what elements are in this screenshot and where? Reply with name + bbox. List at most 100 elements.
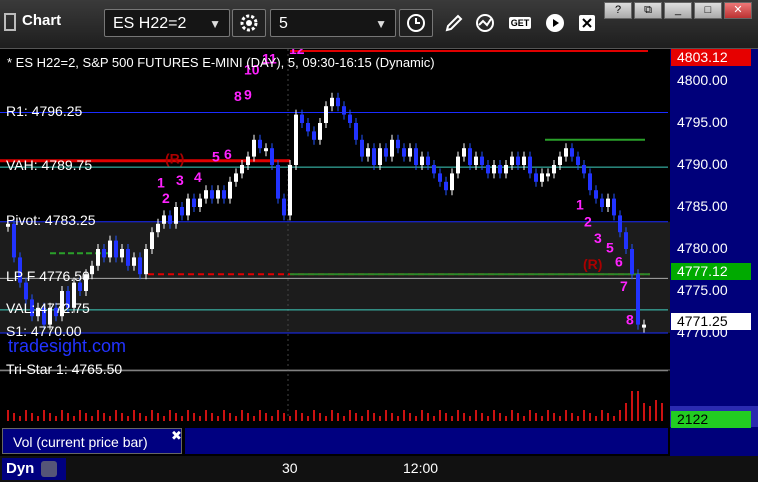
study-button[interactable] [470,9,504,37]
price-axis-tick-0: 4800.00 [677,72,728,88]
price-tag-level: 4777.12 [671,263,751,280]
play-button[interactable] [538,9,572,37]
time-label-30: 30 [282,460,298,476]
volume-bar-608 [607,413,609,421]
watermark-text: tradesight.com [8,336,127,356]
settings-gear-button[interactable] [232,9,266,37]
chart-window: Chart ES H22=2 ▼ 5 ▼ GET ? ⧉ _ □ ✕ 1 2 3… [0,0,758,482]
volume-bar-332 [331,410,333,421]
candle-body-90 [546,173,550,177]
volume-bar-470 [469,416,471,421]
level-label-6: Tri-Star 1: 4765.50 [6,360,123,377]
price-axis-tick-4: 4780.00 [677,240,728,256]
volume-bar-200 [199,416,201,421]
close-button[interactable]: ✕ [724,2,752,19]
volume-bar-638 [637,391,639,421]
minimize-button[interactable]: _ [664,2,692,19]
sequence-count-3: 4 [194,169,202,185]
volume-bar-482 [481,413,483,421]
clock-button[interactable] [399,9,433,37]
volume-bar-572 [571,413,573,421]
candle-body-37 [228,181,232,199]
volume-bar-374 [373,413,375,421]
mode-icon [40,461,57,478]
candle-body-91 [552,165,556,174]
candle-body-33 [204,190,208,199]
volume-bar-662 [661,403,663,421]
volume-bar-548 [547,410,549,421]
volume-bar-650 [649,406,651,421]
volume-bar-14 [13,413,15,421]
candle-body-95 [576,156,580,165]
candle-body-34 [210,190,214,199]
candle-body-20 [126,249,130,266]
candle-body-55 [336,97,340,107]
candle-body-93 [564,148,568,157]
volume-bar-218 [217,416,219,421]
volume-bar-620 [619,410,621,421]
candle-body-99 [600,198,604,207]
volume-tag: 2122 [671,411,751,428]
volume-bar-266 [265,413,267,421]
volume-bar-80 [79,410,81,421]
volume-bar-260 [259,410,261,421]
candle-body-96 [582,165,586,174]
volume-bar-176 [175,413,177,421]
volume-bar-290 [289,416,291,421]
dyn-label: Dyn [6,460,35,477]
maximize-button[interactable]: □ [694,2,722,19]
help-button[interactable]: ? [604,2,632,19]
volume-bar-344 [343,416,345,421]
sequence-count-6: 8 [234,88,242,104]
draw-button[interactable] [437,9,471,37]
candle-body-23 [144,249,148,275]
candle-body-50 [306,123,310,132]
candle-body-102 [618,215,622,233]
volume-bar-158 [157,413,159,421]
candle-body-78 [474,156,478,165]
candle-body-42 [258,139,262,149]
candle-body-98 [594,190,598,199]
dynamic-mode-button[interactable]: Dyn [2,458,66,480]
candle-body-31 [192,198,196,207]
volume-bar-248 [247,413,249,421]
volume-bar-626 [625,403,627,421]
volume-bar-116 [115,410,117,421]
volume-bar-578 [577,416,579,421]
chevron-down-icon: ▼ [375,17,387,31]
volume-bar-446 [445,413,447,421]
restore-button[interactable]: ⧉ [634,2,662,19]
candle-body-73 [444,181,448,191]
candle-body-40 [246,156,250,165]
candle-body-18 [114,240,118,258]
get-button[interactable]: GET [505,9,535,37]
volume-bar-554 [553,413,555,421]
candle-body-105 [636,274,640,325]
volume-bar-452 [451,416,453,421]
price-chart[interactable]: 123 45 68 91011121235678(R)(R) [0,49,758,456]
candle-body-30 [186,198,190,216]
sequence-count-13: 3 [594,230,602,246]
candle-body-68 [414,148,418,165]
volume-bar-122 [121,413,123,421]
volume-panel-label[interactable]: Vol (current price bar) [2,428,182,454]
candle-body-106 [642,324,646,328]
interval-input[interactable]: 5 ▼ [270,9,396,37]
candle-body-41 [252,139,256,157]
symbol-input[interactable]: ES H22=2 ▼ [104,9,230,37]
study-icon [476,14,494,32]
close-icon[interactable]: ✖ [171,428,182,444]
volume-bar-512 [511,410,513,421]
candle-body-38 [234,173,238,182]
signal-label-1: (R) [583,256,602,272]
candle-body-45 [276,165,280,199]
volume-bar-596 [595,416,597,421]
close-chart-button[interactable] [570,9,604,37]
candle-body-15 [96,249,100,266]
pin-icon[interactable] [4,13,16,31]
volume-bar-632 [631,391,633,421]
candle-body-1 [12,223,16,258]
candle-body-59 [360,139,364,157]
candle-body-39 [240,165,244,174]
level-label-1: VAH: 4789.75 [6,157,93,174]
